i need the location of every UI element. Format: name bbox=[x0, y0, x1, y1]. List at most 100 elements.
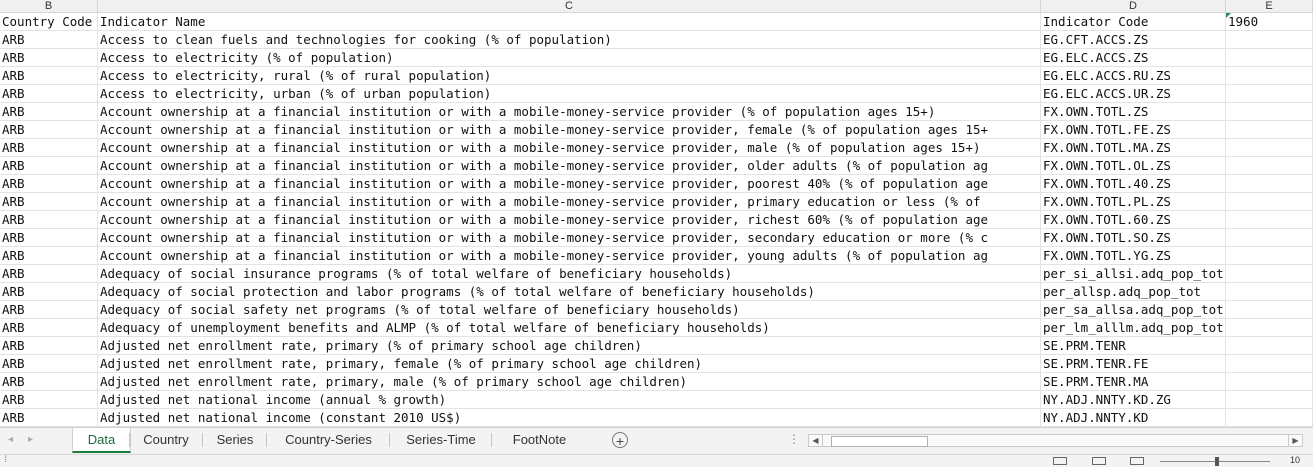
cell-indicator-code[interactable]: EG.ELC.ACCS.UR.ZS bbox=[1041, 85, 1226, 103]
cell-indicator-code[interactable]: per_allsp.adq_pop_tot bbox=[1041, 283, 1226, 301]
cell-country-code[interactable]: ARB bbox=[0, 319, 98, 337]
sheet-tab-series-time[interactable]: Series-Time bbox=[391, 428, 491, 452]
cell-year-value[interactable] bbox=[1226, 31, 1313, 49]
cell-year-value[interactable] bbox=[1226, 409, 1313, 427]
cell-indicator-code-header[interactable]: Indicator Code bbox=[1041, 13, 1226, 31]
prev-sheet-icon[interactable]: ◂ bbox=[8, 434, 13, 445]
cell-indicator-name[interactable]: Access to electricity, rural (% of rural… bbox=[98, 67, 1041, 85]
cell-indicator-name[interactable]: Account ownership at a financial institu… bbox=[98, 121, 1041, 139]
cell-country-code[interactable]: ARB bbox=[0, 121, 98, 139]
cell-indicator-name[interactable]: Account ownership at a financial institu… bbox=[98, 139, 1041, 157]
cell-year-value[interactable] bbox=[1226, 67, 1313, 85]
cell-indicator-code[interactable]: FX.OWN.TOTL.ZS bbox=[1041, 103, 1226, 121]
cell-country-code[interactable]: ARB bbox=[0, 193, 98, 211]
cell-country-code[interactable]: ARB bbox=[0, 355, 98, 373]
cell-indicator-name[interactable]: Adjusted net national income (annual % g… bbox=[98, 391, 1041, 409]
sheet-tab-country[interactable]: Country bbox=[130, 428, 202, 452]
sheet-tab-series[interactable]: Series bbox=[204, 428, 266, 452]
spreadsheet-grid[interactable]: Country Code Indicator Name Indicator Co… bbox=[0, 13, 1313, 427]
cell-indicator-name[interactable]: Account ownership at a financial institu… bbox=[98, 193, 1041, 211]
column-header-e[interactable]: E bbox=[1226, 0, 1313, 12]
cell-indicator-code[interactable]: per_lm_alllm.adq_pop_tot bbox=[1041, 319, 1226, 337]
cell-indicator-name-header[interactable]: Indicator Name bbox=[98, 13, 1041, 31]
cell-indicator-code[interactable]: SE.PRM.TENR bbox=[1041, 337, 1226, 355]
cell-indicator-code[interactable]: EG.CFT.ACCS.ZS bbox=[1041, 31, 1226, 49]
cell-country-code[interactable]: ARB bbox=[0, 391, 98, 409]
cell-year-value[interactable] bbox=[1226, 355, 1313, 373]
cell-indicator-name[interactable]: Account ownership at a financial institu… bbox=[98, 103, 1041, 121]
cell-year-value[interactable] bbox=[1226, 211, 1313, 229]
cell-year-value[interactable] bbox=[1226, 49, 1313, 67]
scroll-left-icon[interactable]: ◀ bbox=[809, 435, 823, 446]
cell-country-code[interactable]: ARB bbox=[0, 31, 98, 49]
sheet-tab-country-series[interactable]: Country-Series bbox=[268, 428, 389, 452]
cell-indicator-name[interactable]: Access to electricity (% of population) bbox=[98, 49, 1041, 67]
cell-year-value[interactable] bbox=[1226, 229, 1313, 247]
add-sheet-button[interactable]: + bbox=[612, 432, 628, 449]
cell-indicator-name[interactable]: Account ownership at a financial institu… bbox=[98, 247, 1041, 265]
cell-indicator-code[interactable]: FX.OWN.TOTL.PL.ZS bbox=[1041, 193, 1226, 211]
cell-indicator-code[interactable]: FX.OWN.TOTL.FE.ZS bbox=[1041, 121, 1226, 139]
cell-year-value[interactable] bbox=[1226, 247, 1313, 265]
cell-year-value[interactable] bbox=[1226, 157, 1313, 175]
cell-year-value[interactable] bbox=[1226, 373, 1313, 391]
cell-indicator-code[interactable]: FX.OWN.TOTL.40.ZS bbox=[1041, 175, 1226, 193]
scroll-right-icon[interactable]: ▶ bbox=[1288, 435, 1302, 446]
zoom-level[interactable]: 10 bbox=[1290, 455, 1300, 465]
sheet-tab-data[interactable]: Data bbox=[72, 428, 131, 453]
cell-indicator-code[interactable]: FX.OWN.TOTL.OL.ZS bbox=[1041, 157, 1226, 175]
cell-year-value[interactable] bbox=[1226, 319, 1313, 337]
next-sheet-icon[interactable]: ▸ bbox=[28, 434, 33, 445]
cell-country-code[interactable]: ARB bbox=[0, 301, 98, 319]
cell-country-code[interactable]: ARB bbox=[0, 247, 98, 265]
cell-indicator-name[interactable]: Adequacy of social safety net programs (… bbox=[98, 301, 1041, 319]
cell-country-code[interactable]: ARB bbox=[0, 139, 98, 157]
cell-indicator-code[interactable]: NY.ADJ.NNTY.KD.ZG bbox=[1041, 391, 1226, 409]
cell-indicator-name[interactable]: Adequacy of social insurance programs (%… bbox=[98, 265, 1041, 283]
scroll-thumb[interactable] bbox=[831, 436, 928, 447]
cell-year-value[interactable] bbox=[1226, 265, 1313, 283]
cell-indicator-name[interactable]: Adequacy of unemployment benefits and AL… bbox=[98, 319, 1041, 337]
cell-country-code[interactable]: ARB bbox=[0, 157, 98, 175]
cell-country-code[interactable]: ARB bbox=[0, 409, 98, 427]
cell-indicator-code[interactable]: per_si_allsi.adq_pop_tot bbox=[1041, 265, 1226, 283]
cell-indicator-code[interactable]: FX.OWN.TOTL.60.ZS bbox=[1041, 211, 1226, 229]
column-header-d[interactable]: D bbox=[1041, 0, 1226, 12]
cell-country-code[interactable]: ARB bbox=[0, 283, 98, 301]
cell-country-code[interactable]: ARB bbox=[0, 265, 98, 283]
cell-indicator-code[interactable]: EG.ELC.ACCS.ZS bbox=[1041, 49, 1226, 67]
cell-country-code[interactable]: ARB bbox=[0, 85, 98, 103]
cell-indicator-code[interactable]: EG.ELC.ACCS.RU.ZS bbox=[1041, 67, 1226, 85]
cell-year-header[interactable]: 1960 bbox=[1226, 13, 1313, 31]
cell-year-value[interactable] bbox=[1226, 121, 1313, 139]
cell-country-code[interactable]: ARB bbox=[0, 373, 98, 391]
cell-country-code[interactable]: ARB bbox=[0, 175, 98, 193]
cell-indicator-name[interactable]: Account ownership at a financial institu… bbox=[98, 229, 1041, 247]
cell-indicator-code[interactable]: NY.ADJ.NNTY.KD bbox=[1041, 409, 1226, 427]
cell-year-value[interactable] bbox=[1226, 337, 1313, 355]
cell-indicator-code[interactable]: FX.OWN.TOTL.MA.ZS bbox=[1041, 139, 1226, 157]
cell-indicator-code[interactable]: per_sa_allsa.adq_pop_tot bbox=[1041, 301, 1226, 319]
cell-indicator-name[interactable]: Account ownership at a financial institu… bbox=[98, 211, 1041, 229]
cell-year-value[interactable] bbox=[1226, 283, 1313, 301]
column-header-c[interactable]: C bbox=[98, 0, 1041, 12]
horizontal-scrollbar[interactable]: ◀ ▶ bbox=[808, 434, 1303, 447]
cell-country-code[interactable]: ARB bbox=[0, 67, 98, 85]
cell-indicator-code[interactable]: SE.PRM.TENR.MA bbox=[1041, 373, 1226, 391]
cell-year-value[interactable] bbox=[1226, 85, 1313, 103]
cell-indicator-name[interactable]: Adjusted net enrollment rate, primary (%… bbox=[98, 337, 1041, 355]
cell-year-value[interactable] bbox=[1226, 391, 1313, 409]
cell-indicator-code[interactable]: FX.OWN.TOTL.YG.ZS bbox=[1041, 247, 1226, 265]
cell-indicator-name[interactable]: Adjusted net enrollment rate, primary, m… bbox=[98, 373, 1041, 391]
page-break-icon[interactable] bbox=[1130, 457, 1144, 465]
cell-country-code[interactable]: ARB bbox=[0, 211, 98, 229]
cell-indicator-name[interactable]: Account ownership at a financial institu… bbox=[98, 157, 1041, 175]
page-layout-icon[interactable] bbox=[1092, 457, 1106, 465]
zoom-slider-thumb[interactable] bbox=[1215, 457, 1219, 466]
cell-indicator-name[interactable]: Adjusted net enrollment rate, primary, f… bbox=[98, 355, 1041, 373]
cell-indicator-code[interactable]: SE.PRM.TENR.FE bbox=[1041, 355, 1226, 373]
cell-year-value[interactable] bbox=[1226, 139, 1313, 157]
cell-year-value[interactable] bbox=[1226, 103, 1313, 121]
column-header-b[interactable]: B bbox=[0, 0, 98, 12]
cell-indicator-name[interactable]: Access to clean fuels and technologies f… bbox=[98, 31, 1041, 49]
